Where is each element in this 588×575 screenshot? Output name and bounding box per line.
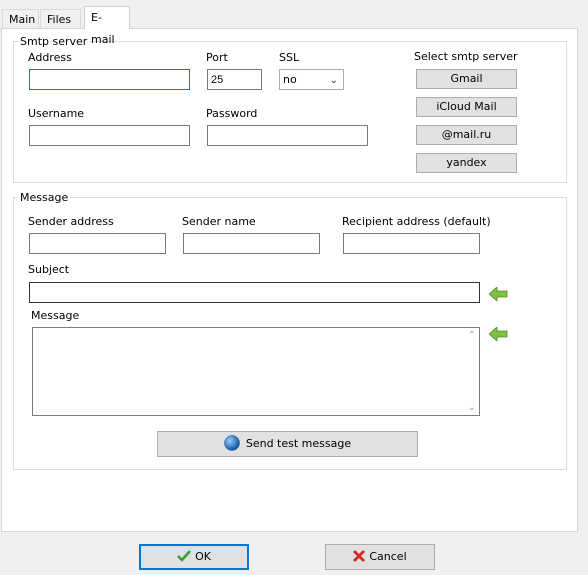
scroll-up-icon[interactable]: ⌃: [468, 330, 476, 341]
arrow-left-icon[interactable]: [489, 287, 509, 301]
subject-input[interactable]: [29, 282, 480, 303]
close-icon: [353, 550, 366, 562]
smtp-group-title: Smtp server: [18, 35, 90, 48]
cancel-button[interactable]: Cancel: [325, 544, 435, 570]
port-label: Port: [206, 51, 228, 64]
message-group-title: Message: [18, 191, 71, 204]
chevron-down-icon: ⌄: [329, 75, 338, 86]
recipient-address-input[interactable]: [343, 233, 480, 254]
tab-files[interactable]: Files: [40, 9, 81, 28]
ssl-selected-value: no: [283, 73, 297, 86]
password-input[interactable]: [207, 125, 368, 146]
sender-address-input[interactable]: [29, 233, 166, 254]
port-input[interactable]: [207, 69, 262, 90]
select-smtp-label: Select smtp server: [414, 50, 518, 63]
cancel-label: Cancel: [369, 550, 407, 563]
yandex-button[interactable]: yandex: [416, 153, 517, 173]
address-label: Address: [28, 51, 72, 64]
arrow-left-icon[interactable]: [489, 327, 509, 341]
tab-main[interactable]: Main: [2, 9, 39, 28]
mail-ru-button[interactable]: @mail.ru: [416, 125, 517, 145]
subject-label: Subject: [28, 263, 70, 276]
send-test-message-button[interactable]: Send test message: [157, 431, 418, 457]
scroll-down-icon[interactable]: ⌄: [468, 402, 476, 413]
message-label: Message: [31, 309, 80, 322]
message-textarea[interactable]: ⌃ ⌄: [32, 327, 480, 416]
send-test-message-label: Send test message: [245, 437, 352, 450]
globe-icon: [224, 435, 240, 451]
tab-panel: Smtp server Address Port SSL no ⌄ Userna…: [1, 28, 578, 532]
ssl-select[interactable]: no ⌄: [279, 69, 344, 90]
gmail-button[interactable]: Gmail: [416, 69, 517, 89]
sender-name-label: Sender name: [182, 215, 256, 228]
username-input[interactable]: [29, 125, 190, 146]
tab-email[interactable]: E-mail: [84, 6, 130, 46]
sender-name-input[interactable]: [183, 233, 320, 254]
address-input[interactable]: [29, 69, 190, 90]
password-label: Password: [206, 107, 258, 120]
icloud-mail-button[interactable]: iCloud Mail: [416, 97, 517, 117]
ssl-label: SSL: [279, 51, 300, 64]
username-label: Username: [28, 107, 85, 120]
recipient-address-label: Recipient address (default): [342, 215, 491, 228]
ok-button[interactable]: OK: [139, 544, 249, 570]
ok-label: OK: [195, 550, 211, 563]
checkmark-icon: [177, 550, 192, 562]
sender-address-label: Sender address: [28, 215, 114, 228]
